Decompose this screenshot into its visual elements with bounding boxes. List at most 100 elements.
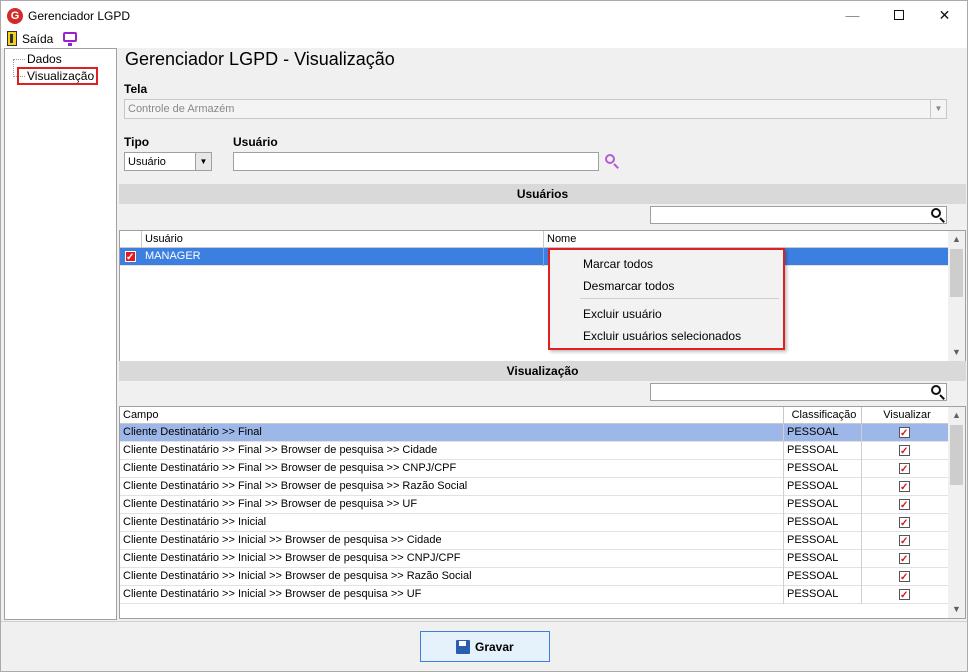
visualizacao-section-header: Visualização (119, 361, 966, 381)
usuario-input[interactable] (233, 152, 599, 171)
column-header-campo[interactable]: Campo (120, 407, 784, 424)
cell-campo: Cliente Destinatário >> Inicial >> Brows… (120, 532, 784, 550)
usuarios-scrollbar[interactable]: ▲ ▼ (948, 231, 965, 361)
table-row[interactable]: Cliente Destinatário >> Final >> Browser… (120, 460, 949, 478)
table-row[interactable]: Cliente Destinatário >> Inicial >> Brows… (120, 568, 949, 586)
table-row[interactable]: Cliente Destinatário >> Final >> Browser… (120, 496, 949, 514)
cell-campo: Cliente Destinatário >> Final (120, 424, 784, 442)
visualizar-checkbox[interactable] (899, 587, 910, 604)
column-header-usuario[interactable]: Usuário (142, 231, 544, 248)
cell-campo: Cliente Destinatário >> Final >> Browser… (120, 442, 784, 460)
visualizar-checkbox[interactable] (899, 515, 910, 532)
close-button[interactable]: ✕ (922, 1, 967, 30)
menu-item-marcar-todos[interactable]: Marcar todos (583, 257, 653, 271)
visualizar-checkbox[interactable] (899, 551, 910, 568)
scroll-thumb[interactable] (950, 249, 963, 297)
cell-classificacao: PESSOAL (784, 568, 862, 586)
cell-campo: Cliente Destinatário >> Inicial (120, 514, 784, 532)
visualizacao-search-input[interactable] (650, 383, 947, 401)
tela-label: Tela (124, 82, 148, 96)
usuarios-grid: Usuário Nome MANAGER ▲ ▼ (119, 230, 966, 362)
maximize-button[interactable] (876, 1, 921, 30)
window-title: Gerenciador LGPD (28, 9, 131, 23)
menu-item-excluir-selecionados[interactable]: Excluir usuários selecionados (583, 329, 741, 343)
screen-icon[interactable] (63, 32, 77, 46)
column-header-classificacao[interactable]: Classificação (784, 407, 862, 424)
search-icon[interactable] (930, 207, 946, 223)
menu-item-desmarcar-todos[interactable]: Desmarcar todos (583, 279, 674, 293)
menu-item-excluir-usuario[interactable]: Excluir usuário (583, 307, 662, 321)
visualizacao-grid-header: Campo Classificação Visualizar (120, 407, 949, 424)
table-row[interactable]: Cliente Destinatário >> Final PESSOAL (120, 424, 949, 442)
scroll-down-icon[interactable]: ▼ (948, 601, 965, 618)
column-header-nome[interactable]: Nome (544, 231, 949, 248)
minimize-button[interactable]: — (830, 1, 875, 30)
scroll-up-icon[interactable]: ▲ (948, 407, 965, 424)
tipo-select-value: Usuário (128, 156, 166, 168)
table-row[interactable]: Cliente Destinatário >> Inicial >> Brows… (120, 586, 949, 604)
cell-visualizar (862, 496, 949, 514)
cell-visualizar (862, 478, 949, 496)
column-header-visualizar[interactable]: Visualizar (862, 407, 949, 424)
exit-button[interactable]: Saída (22, 32, 53, 46)
cell-classificacao: PESSOAL (784, 460, 862, 478)
visualizar-checkbox[interactable] (899, 479, 910, 496)
tree-connector (13, 59, 14, 77)
cell-campo: Cliente Destinatário >> Inicial >> Brows… (120, 586, 784, 604)
cell-visualizar (862, 568, 949, 586)
cell-classificacao: PESSOAL (784, 496, 862, 514)
visualizar-checkbox[interactable] (899, 497, 910, 514)
tipo-select[interactable]: Usuário ▼ (124, 152, 212, 171)
search-icon[interactable] (604, 153, 620, 169)
row-checkbox[interactable] (125, 249, 136, 266)
table-row[interactable]: Cliente Destinatário >> Inicial >> Brows… (120, 550, 949, 568)
title-bar: G Gerenciador LGPD — ✕ (1, 1, 967, 30)
tree-connector (13, 59, 25, 60)
table-row[interactable]: MANAGER (120, 248, 949, 266)
visualizar-checkbox[interactable] (899, 461, 910, 478)
cell-visualizar (862, 550, 949, 568)
cell-classificacao: PESSOAL (784, 532, 862, 550)
cell-visualizar (862, 442, 949, 460)
app-logo-icon: G (7, 8, 23, 24)
cell-visualizar (862, 424, 949, 442)
cell-campo: Cliente Destinatário >> Final >> Browser… (120, 460, 784, 478)
save-button-label: Gravar (475, 640, 514, 654)
cell-visualizar (862, 586, 949, 604)
visualizar-checkbox[interactable] (899, 443, 910, 460)
usuarios-grid-header: Usuário Nome (120, 231, 949, 248)
scroll-up-icon[interactable]: ▲ (948, 231, 965, 248)
save-button[interactable]: Gravar (420, 631, 550, 662)
cell-classificacao: PESSOAL (784, 424, 862, 442)
tipo-label: Tipo (124, 135, 150, 149)
navigation-tree: Dados Visualização (4, 48, 117, 620)
cell-classificacao: PESSOAL (784, 478, 862, 496)
table-row[interactable]: Cliente Destinatário >> Inicial >> Brows… (120, 532, 949, 550)
tree-item-dados[interactable]: Dados (25, 52, 64, 66)
cell-classificacao: PESSOAL (784, 586, 862, 604)
table-row[interactable]: Cliente Destinatário >> Final >> Browser… (120, 478, 949, 496)
visualizar-checkbox[interactable] (899, 425, 910, 442)
cell-campo: Cliente Destinatário >> Final >> Browser… (120, 496, 784, 514)
cell-campo: Cliente Destinatário >> Inicial >> Brows… (120, 568, 784, 586)
chevron-down-icon: ▼ (930, 100, 946, 118)
usuarios-search-input[interactable] (650, 206, 947, 224)
visualizacao-scrollbar[interactable]: ▲ ▼ (948, 407, 965, 618)
search-icon[interactable] (930, 384, 946, 400)
cell-classificacao: PESSOAL (784, 442, 862, 460)
tree-item-visualizacao[interactable]: Visualização (17, 67, 99, 85)
cell-classificacao: PESSOAL (784, 514, 862, 532)
table-row[interactable]: Cliente Destinatário >> Inicial PESSOAL (120, 514, 949, 532)
usuarios-section-header: Usuários (119, 184, 966, 204)
cell-classificacao: PESSOAL (784, 550, 862, 568)
exit-door-icon[interactable] (7, 31, 17, 46)
visualizar-checkbox[interactable] (899, 533, 910, 550)
visualizar-checkbox[interactable] (899, 569, 910, 586)
table-row[interactable]: Cliente Destinatário >> Final >> Browser… (120, 442, 949, 460)
tela-select[interactable]: Controle de Armazém ▼ (124, 99, 947, 119)
scroll-thumb[interactable] (950, 425, 963, 485)
main-window: G Gerenciador LGPD — ✕ Saída Dados Visua… (0, 0, 968, 672)
chevron-down-icon: ▼ (195, 153, 211, 170)
page-title: Gerenciador LGPD - Visualização (125, 49, 395, 69)
scroll-down-icon[interactable]: ▼ (948, 344, 965, 361)
